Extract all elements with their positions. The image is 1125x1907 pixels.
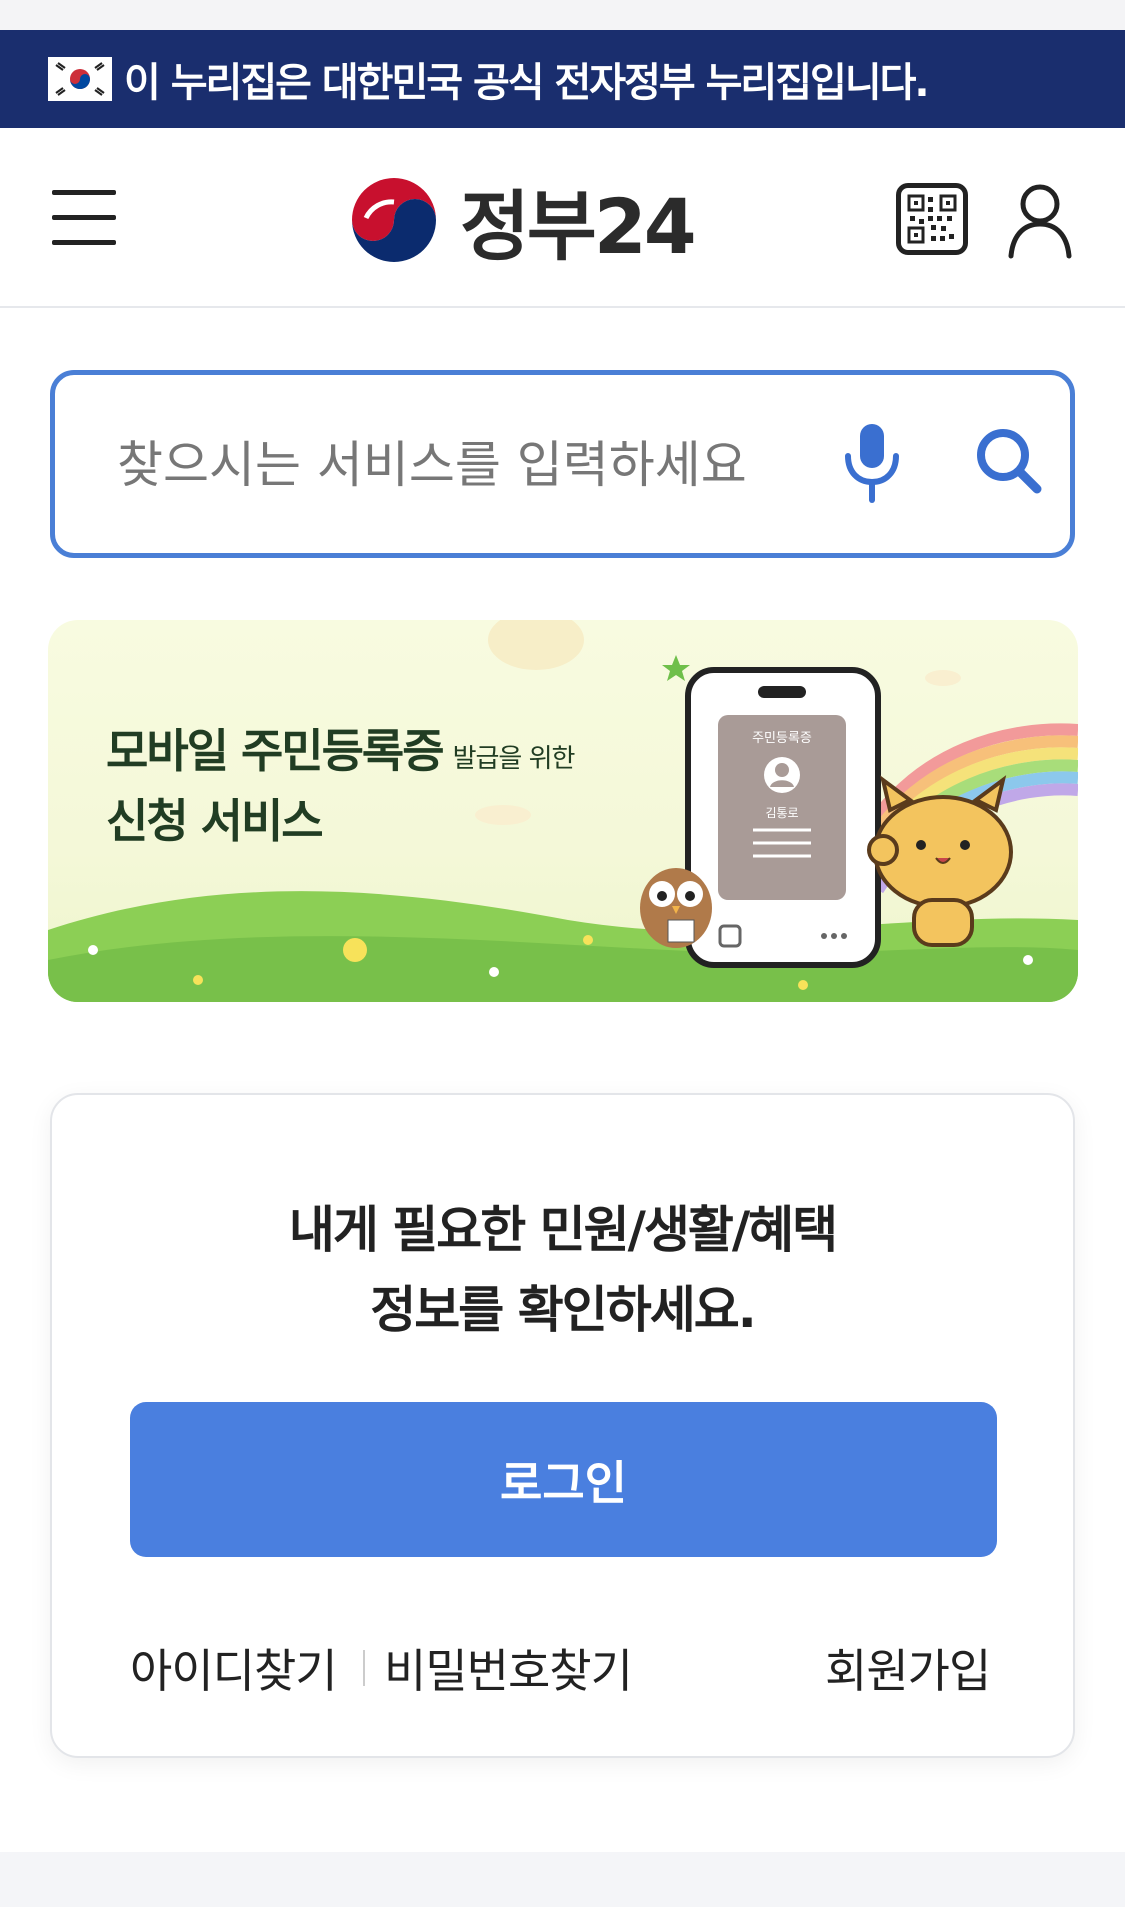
- find-id-link[interactable]: 아이디찾기: [130, 1635, 338, 1701]
- promo-card-name: 김통로: [765, 806, 798, 820]
- header: 정부24: [0, 128, 1125, 308]
- promo-banner-mobile-id[interactable]: 주민등록증 김통로 모바일 주민등록증 발급을 위한 신청 서비스: [48, 620, 1078, 1002]
- promo-title-main: 모바일 주민등록증: [106, 724, 445, 778]
- promo-title-line2: 신청 서비스: [106, 794, 324, 848]
- qr-code-icon[interactable]: [896, 183, 968, 255]
- sign-up-link[interactable]: 회원가입: [825, 1635, 991, 1701]
- logo-text: 정부24: [460, 182, 697, 271]
- find-password-link[interactable]: 비밀번호찾기: [384, 1635, 633, 1701]
- logo[interactable]: 정부24: [346, 172, 697, 271]
- login-message: 내게 필요한 민원/생활/혜택 정보를 확인하세요.: [52, 1190, 1073, 1350]
- promo-card-label: 주민등록증: [752, 731, 812, 746]
- gov-banner-text: 이 누리집은 대한민국 공식 전자정부 누리집입니다.: [124, 60, 930, 106]
- gov-logo-icon: [350, 176, 438, 264]
- user-icon[interactable]: [1005, 180, 1075, 260]
- microphone-icon[interactable]: [840, 420, 904, 506]
- promo-title-small: 발급을 위한: [452, 744, 576, 774]
- login-message-line2: 정보를 확인하세요.: [370, 1281, 756, 1339]
- promo-title: 모바일 주민등록증 발급을 위한 신청 서비스: [106, 720, 576, 852]
- search-input[interactable]: [115, 421, 809, 509]
- login-card: 내게 필요한 민원/생활/혜택 정보를 확인하세요. 로그인 아이디찾기 비밀번…: [50, 1093, 1075, 1758]
- bottom-section-strip: [0, 1852, 1125, 1907]
- link-divider: [363, 1650, 365, 1686]
- login-message-line1: 내게 필요한 민원/생활/혜택: [288, 1201, 838, 1259]
- login-button[interactable]: 로그인: [130, 1402, 997, 1557]
- hamburger-menu-icon[interactable]: [52, 190, 116, 246]
- korea-flag-icon: [48, 57, 112, 101]
- status-bar-area: [0, 0, 1125, 30]
- search-box: [50, 370, 1075, 558]
- official-gov-banner: 이 누리집은 대한민국 공식 전자정부 누리집입니다.: [0, 30, 1125, 128]
- search-icon[interactable]: [973, 425, 1045, 497]
